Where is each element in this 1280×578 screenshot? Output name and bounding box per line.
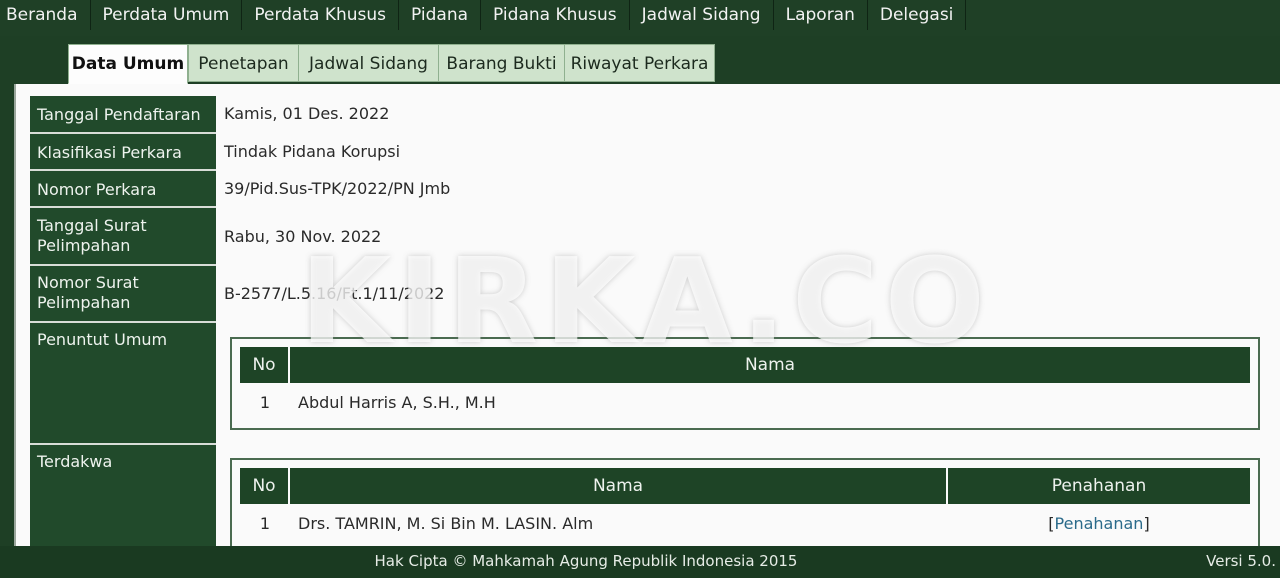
nav-pidana[interactable]: Pidana — [399, 0, 482, 30]
footer: Hak Cipta © Mahkamah Agung Republik Indo… — [0, 546, 1280, 578]
header-penahanan: Penahanan — [948, 468, 1250, 504]
penuntut-umum-table: No Nama 1 Abdul Harris A, S.H., M.H — [230, 337, 1260, 430]
label-tanggal-pendaftaran: Tanggal Pendaftaran — [30, 96, 216, 134]
nav-pidana-khusus[interactable]: Pidana Khusus — [481, 0, 630, 30]
header-no: No — [240, 468, 290, 504]
value-tanggal-pendaftaran: Kamis, 01 Des. 2022 — [224, 104, 390, 123]
nav-beranda[interactable]: Beranda — [0, 0, 91, 30]
penahanan-link[interactable]: Penahanan — [1055, 514, 1144, 533]
row-nama: Drs. TAMRIN, M. Si Bin M. LASIN. Alm — [298, 514, 594, 533]
label-penuntut-umum: Penuntut Umum — [30, 323, 216, 445]
row-nama: Abdul Harris A, S.H., M.H — [298, 393, 496, 412]
terdakwa-table: No Nama Penahanan 1 Drs. TAMRIN, M. Si B… — [230, 458, 1260, 558]
tab-bar: Data Umum Penetapan Jadwal Sidang Barang… — [14, 42, 1280, 84]
header-no: No — [240, 347, 290, 383]
top-nav: Beranda Perdata Umum Perdata Khusus Pida… — [0, 0, 1280, 36]
nav-perdata-khusus[interactable]: Perdata Khusus — [242, 0, 400, 30]
footer-copyright: Hak Cipta © Mahkamah Agung Republik Indo… — [374, 552, 798, 570]
header-nama: Nama — [290, 347, 1250, 383]
tab-data-umum[interactable]: Data Umum — [68, 44, 188, 84]
nav-laporan[interactable]: Laporan — [774, 0, 868, 30]
value-nomor-perkara: 39/Pid.Sus-TPK/2022/PN Jmb — [224, 179, 451, 198]
value-tanggal-surat-pelimpahan: Rabu, 30 Nov. 2022 — [224, 227, 382, 246]
header-nama: Nama — [290, 468, 948, 504]
footer-version: Versi 5.0. — [1206, 552, 1276, 570]
label-nomor-perkara: Nomor Perkara — [30, 171, 216, 208]
label-nomor-surat-pelimpahan: Nomor Surat Pelimpahan — [30, 266, 216, 323]
data-umum-panel: Tanggal Pendaftaran Kamis, 01 Des. 2022 … — [16, 84, 1280, 558]
row-no: 1 — [259, 514, 271, 533]
label-tanggal-surat-pelimpahan: Tanggal Surat Pelimpahan — [30, 208, 216, 266]
label-klasifikasi-perkara: Klasifikasi Perkara — [30, 134, 216, 171]
value-nomor-surat-pelimpahan: B-2577/L.5.16/Ft.1/11/2022 — [224, 284, 445, 303]
label-terdakwa: Terdakwa — [30, 445, 216, 546]
tab-penetapan[interactable]: Penetapan — [188, 44, 299, 82]
tab-riwayat-perkara[interactable]: Riwayat Perkara — [564, 44, 715, 82]
value-klasifikasi-perkara: Tindak Pidana Korupsi — [224, 142, 401, 161]
nav-perdata-umum[interactable]: Perdata Umum — [91, 0, 243, 30]
nav-delegasi[interactable]: Delegasi — [868, 0, 967, 30]
nav-jadwal-sidang[interactable]: Jadwal Sidang — [630, 0, 774, 30]
row-penahanan: [Penahanan] — [1048, 514, 1150, 533]
tab-jadwal-sidang[interactable]: Jadwal Sidang — [298, 44, 439, 82]
tab-barang-bukti[interactable]: Barang Bukti — [438, 44, 565, 82]
row-no: 1 — [259, 393, 271, 412]
